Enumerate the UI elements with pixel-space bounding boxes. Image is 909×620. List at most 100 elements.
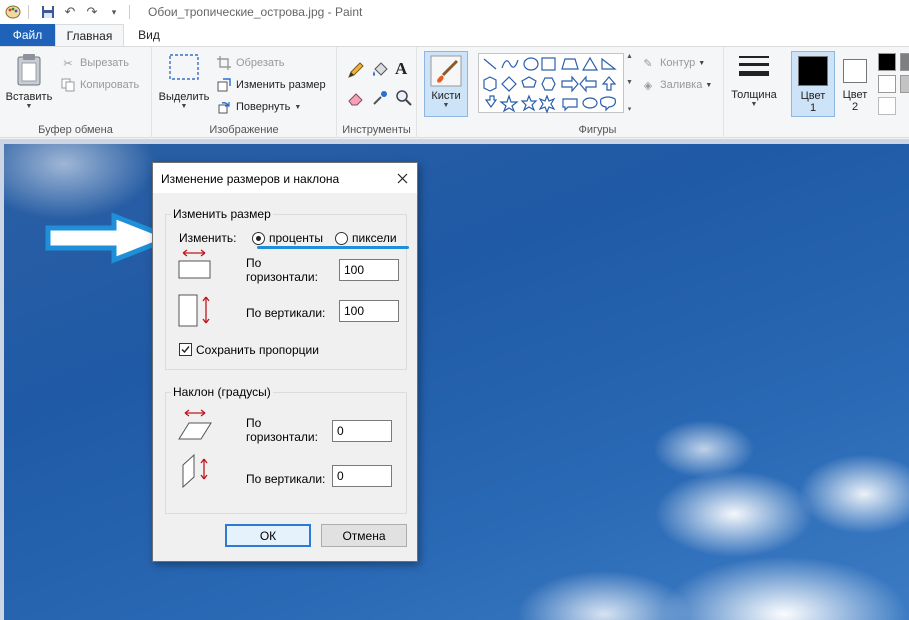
pixels-radio[interactable] [335,232,348,245]
tab-home[interactable]: Главная [55,24,124,47]
tab-view[interactable]: Вид [124,24,174,46]
image-group: Выделить ▼ Обрезать Изменить размер Пове… [152,47,337,138]
palette-swatch[interactable] [878,97,896,115]
scroll-up-icon[interactable]: ▲ [625,53,634,60]
shapes-group: ▲ ▼ ▾ ✎ Контур ▼ ◈ Заливка ▼ Фигуры [472,47,724,138]
percent-radio[interactable] [252,232,265,245]
shapes-scroll[interactable]: ▲ ▼ ▾ [625,53,634,113]
keep-ratio-checkbox[interactable] [179,343,192,356]
tools-group-label: Инструменты [342,124,411,136]
tab-file[interactable]: Файл [0,24,55,46]
skew-horizontal-input[interactable]: 0 [332,420,392,442]
copy-icon [60,77,76,93]
resize-by-label: Изменить: [179,231,237,245]
brushes-button[interactable]: Кисти ▼ [424,51,468,117]
crop-icon [216,55,232,71]
dialog-title: Изменение размеров и наклона [161,172,340,186]
color2-swatch [843,59,867,83]
vertical-resize-icon [177,293,215,332]
color2-button[interactable]: Цвет 2 [836,51,874,117]
chevron-down-icon: ▼ [25,103,33,110]
select-label: Выделить [158,91,210,103]
brushes-label: Кисти [431,90,461,102]
fill-icon: ◈ [643,79,653,92]
skew-vertical-input[interactable]: 0 [332,465,392,487]
close-icon[interactable] [387,163,417,193]
chevron-down-icon: ▼ [698,59,706,67]
ok-button[interactable]: ОК [225,524,311,547]
ribbon: Вставить ▼ ✂ Вырезать Копировать Буфер о… [0,46,909,138]
color1-button[interactable]: Цвет 1 [791,51,835,117]
resize-vertical-input[interactable]: 100 [339,300,399,322]
rotate-label: Повернуть [236,101,291,113]
horizontal-skew-icon [177,409,215,446]
percent-label[interactable]: проценты [269,231,323,245]
size-label: Толщина [731,89,777,101]
color-picker-icon[interactable] [371,89,389,110]
palette-swatch[interactable] [878,53,896,71]
scroll-down-icon[interactable]: ▼ [625,79,634,86]
chevron-down-icon: ▼ [750,101,758,108]
chevron-down-icon: ▼ [442,102,450,109]
dialog-titlebar: Изменение размеров и наклона [153,163,417,193]
palette-swatch[interactable] [878,75,896,93]
clipboard-icon [17,54,41,86]
rotate-button[interactable]: Повернуть ▼ [216,99,301,115]
color1-swatch [798,56,828,86]
tools-group: A Инструменты [337,47,417,138]
outline-button[interactable]: ✎ Контур ▼ [640,55,705,71]
expand-gallery-icon[interactable]: ▾ [625,105,634,113]
skew-legend: Наклон (градусы) [171,385,273,399]
color1-label-line1: Цвет [800,90,826,102]
chevron-down-icon: ▼ [705,81,713,89]
copy-button[interactable]: Копировать [60,77,139,93]
select-button[interactable]: Выделить ▼ [156,53,212,110]
resize-button[interactable]: Изменить размер [216,77,326,93]
resize-horizontal-label-line1: По [246,256,262,270]
annotation-underline [257,246,409,249]
pencil-icon[interactable] [347,61,365,82]
eraser-icon[interactable] [347,89,365,110]
chevron-down-icon: ▼ [180,103,188,110]
crop-button[interactable]: Обрезать [216,55,285,71]
size-button[interactable]: Толщина ▼ [727,53,781,108]
shapes-icons [483,56,617,114]
brush-icon [430,55,462,87]
shapes-gallery[interactable] [478,53,624,114]
resize-legend: Изменить размер [171,207,273,221]
text-tool-icon[interactable]: A [395,59,407,79]
scissors-icon: ✂ [63,57,73,70]
clipboard-group-label: Буфер обмена [38,124,113,136]
line-thickness-icon [739,56,769,76]
pixels-label[interactable]: пиксели [352,231,397,245]
skew-horizontal-label-line1: По [246,416,262,430]
cancel-button[interactable]: Отмена [321,524,407,547]
clipboard-group: Вставить ▼ ✂ Вырезать Копировать Буфер о… [0,47,152,138]
fill-button[interactable]: ◈ Заливка ▼ [640,77,713,93]
crop-label: Обрезать [236,57,285,69]
shapes-group-label: Фигуры [578,124,617,136]
resize-skew-dialog: Изменение размеров и наклона Изменить ра… [152,162,418,562]
cut-label: Вырезать [80,57,129,69]
chevron-down-icon: ▼ [294,103,302,111]
customize-quick-access-icon[interactable]: ▾ [105,3,123,21]
paste-label: Вставить [5,91,53,103]
paint-app-icon[interactable] [4,3,22,21]
undo-icon[interactable]: ↶ [61,3,79,21]
fill-label: Заливка [660,79,703,91]
redo-icon[interactable]: ↷ [83,3,101,21]
palette-swatch[interactable] [900,53,909,71]
magnifier-icon[interactable] [395,89,413,110]
fill-bucket-icon[interactable] [371,61,389,82]
outline-pen-icon: ✎ [643,57,653,70]
resize-horizontal-input[interactable]: 100 [339,259,399,281]
resize-label: Изменить размер [236,79,326,91]
save-icon[interactable] [39,3,57,21]
title-bar: ↶ ↷ ▾ Обои_тропические_острова.jpg - Pai… [0,0,909,24]
palette-swatch[interactable] [900,75,909,93]
cut-button[interactable]: ✂ Вырезать [60,55,129,71]
keep-ratio-label[interactable]: Сохранить пропорции [196,343,319,357]
window-title: Обои_тропические_острова.jpg - Paint [148,5,363,19]
paste-button[interactable]: Вставить ▼ [4,53,54,110]
color2-label-line2: 2 [851,101,859,113]
